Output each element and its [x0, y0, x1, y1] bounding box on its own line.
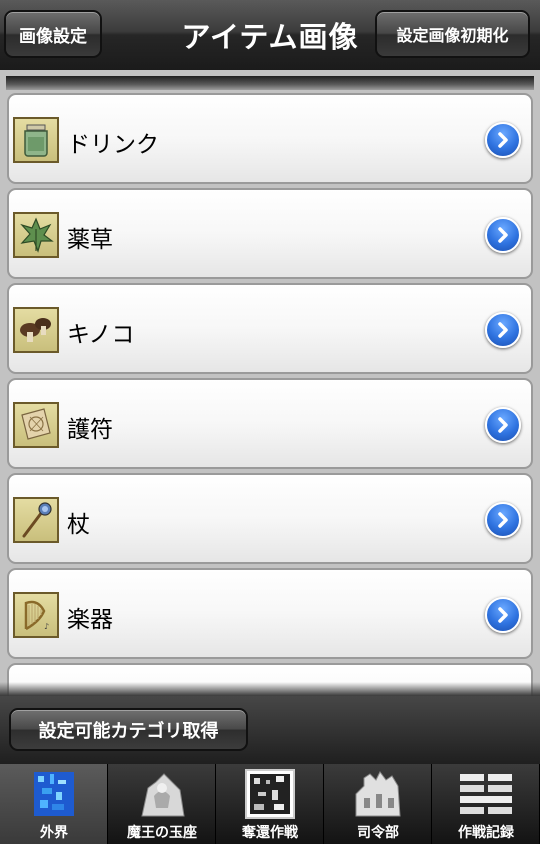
action-bar: 設定可能カテゴリ取得: [0, 696, 540, 764]
tab-label: 作戦記録: [458, 825, 514, 841]
tab-label: 司令部: [357, 825, 399, 841]
image-settings-button[interactable]: 画像設定: [4, 10, 102, 58]
drink-jar-icon: [13, 117, 59, 163]
recapture-icon: [240, 768, 300, 820]
fetch-categories-button[interactable]: 設定可能カテゴリ取得: [9, 708, 248, 751]
operation-log-icon: [456, 768, 516, 820]
list-item-label: 護符: [67, 417, 113, 443]
chevron-right-icon[interactable]: [485, 217, 521, 253]
list-item-drink[interactable]: ドリンク: [7, 93, 533, 184]
staff-icon: [13, 497, 59, 543]
list-item-label: 杖: [67, 512, 90, 538]
tab-label: 外界: [40, 825, 68, 841]
list-item-herb[interactable]: 薬草: [7, 188, 533, 279]
tab-recapture[interactable]: 奪還作戦: [216, 764, 324, 844]
reset-images-button[interactable]: 設定画像初期化: [375, 10, 530, 58]
list-item-mushroom[interactable]: キノコ: [7, 283, 533, 374]
nav-bar: 画像設定 アイテム画像 設定画像初期化: [0, 0, 540, 71]
tab-label: 奪還作戦: [242, 825, 298, 841]
list-item-label: キノコ: [67, 322, 135, 348]
svg-text:♪: ♪: [44, 622, 49, 631]
tab-demon-throne[interactable]: 魔王の玉座: [108, 764, 216, 844]
outer-world-icon: [24, 768, 84, 820]
page-title: アイテム画像: [181, 20, 359, 54]
chevron-right-icon[interactable]: [485, 122, 521, 158]
mushroom-icon: [13, 307, 59, 353]
tab-headquarters[interactable]: 司令部: [324, 764, 432, 844]
demon-throne-icon: [132, 768, 192, 820]
tab-operation-log[interactable]: 作戦記録: [432, 764, 540, 844]
list-item-label: 薬草: [67, 227, 113, 253]
talisman-icon: [13, 402, 59, 448]
list-item-instrument[interactable]: ♪ 楽器: [7, 568, 533, 659]
tab-outer-world[interactable]: 外界: [0, 764, 108, 844]
list-top-shadow: [6, 76, 534, 90]
chevron-right-icon[interactable]: [485, 502, 521, 538]
list-item-label: ドリンク: [67, 132, 159, 158]
tab-label: 魔王の玉座: [127, 825, 197, 841]
tab-bar: 外界 魔王の玉座 奪還作戦 司令部 作戦記録: [0, 764, 540, 844]
item-list-panel: ドリンク 薬草 キノコ 護符 杖 ♪ 楽器: [0, 70, 540, 696]
list-item-talisman[interactable]: 護符: [7, 378, 533, 469]
chevron-right-icon[interactable]: [485, 312, 521, 348]
chevron-right-icon[interactable]: [485, 597, 521, 633]
list-bottom-shadow: [0, 682, 540, 696]
harp-icon: ♪: [13, 592, 59, 638]
list-item-label: 楽器: [67, 607, 113, 633]
herb-leaf-icon: [13, 212, 59, 258]
list-item-staff[interactable]: 杖: [7, 473, 533, 564]
chevron-right-icon[interactable]: [485, 407, 521, 443]
headquarters-icon: [348, 768, 408, 820]
